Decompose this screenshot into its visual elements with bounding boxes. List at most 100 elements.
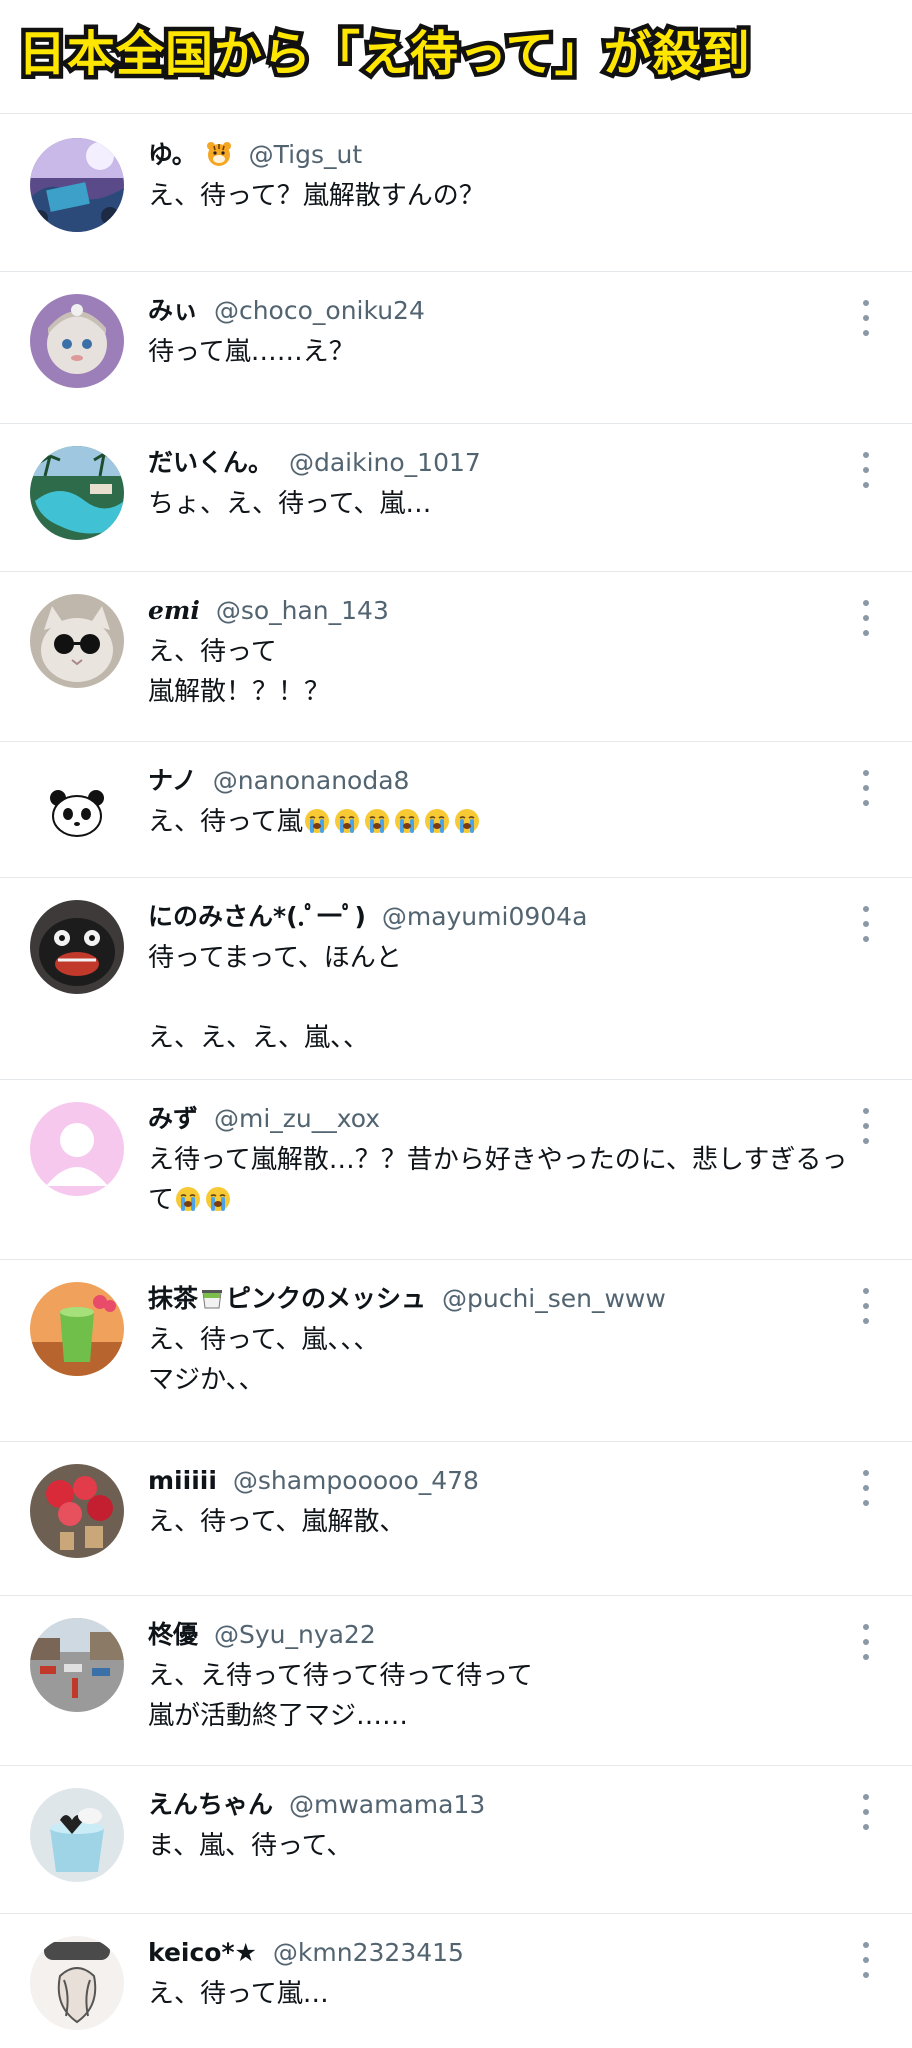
tweet-text: え、待って 嵐解散！？！？	[148, 637, 331, 707]
more-options-button[interactable]	[860, 1942, 872, 1978]
default-user-avatar[interactable]	[30, 1102, 124, 1196]
tweet-item[interactable]: 柊優 @Syu_nya22 え、え待って待って待って待って 嵐が活動終了マジ……	[0, 1596, 912, 1766]
handle[interactable]: @mi_zu__xox	[214, 1104, 380, 1133]
display-name-suffix: ピンクのメッシュ	[226, 1284, 427, 1313]
tweet-text: え待って嵐解散…？？昔から好きやったのに、悲しすぎるって	[148, 1140, 862, 1220]
jelly-cup-avatar[interactable]	[30, 1788, 124, 1882]
display-name: ナノ	[148, 766, 197, 795]
concert-crowd-avatar[interactable]	[30, 138, 124, 232]
more-options-button[interactable]	[860, 452, 872, 488]
display-name: みぃ	[148, 296, 199, 325]
name-row: みず @mi_zu__xox	[148, 1102, 862, 1136]
tweet-text: 待ってまって、ほんと え、え、え、嵐、、	[148, 943, 402, 1053]
tweet-item[interactable]: みぃ @choco_oniku24 待って嵐……え？	[0, 272, 912, 424]
handle[interactable]: @Syu_nya22	[214, 1620, 376, 1649]
handle[interactable]: @choco_oniku24	[214, 296, 425, 325]
name-row: miiiii @shampooooo_478	[148, 1464, 862, 1498]
handle[interactable]: @shampooooo_478	[233, 1466, 479, 1495]
more-options-button[interactable]	[860, 1470, 872, 1506]
anime-art-avatar[interactable]	[30, 1936, 124, 2030]
cat-sunglasses-avatar[interactable]	[30, 594, 124, 688]
tweet-text: え、待って？嵐解散すんの？	[148, 181, 485, 211]
tweet-item[interactable]: だいくん。 @daikino_1017 ちょ、え、待って、嵐…	[0, 424, 912, 572]
more-options-button[interactable]	[860, 1624, 872, 1660]
name-row: みぃ @choco_oniku24	[148, 294, 862, 328]
name-row: emi @so_han_143	[148, 594, 862, 628]
loudly-crying-face-emoji	[176, 1187, 201, 1211]
tweet-text: 待って嵐……え？	[148, 337, 355, 367]
name-row: にのみさん*(.ﾟ一ﾟ) @mayumi0904a	[148, 900, 862, 934]
tweet-item[interactable]: keico*★ @kmn2323415 え、待って嵐…	[0, 1914, 912, 2048]
loudly-crying-face-emoji	[364, 809, 389, 833]
handle[interactable]: @mwamama13	[289, 1790, 485, 1819]
handle[interactable]: @puchi_sen_www	[442, 1284, 666, 1313]
loudly-crying-face-emoji	[394, 809, 419, 833]
name-row: keico*★ @kmn2323415	[148, 1936, 862, 1970]
more-options-button[interactable]	[860, 1288, 872, 1324]
more-options-button[interactable]	[860, 1794, 872, 1830]
loudly-crying-face-emoji	[424, 809, 449, 833]
tweet-item[interactable]: ゆ。 @Tigs_ut え、待って？嵐解散すんの？	[0, 114, 912, 272]
display-name: ゆ。	[148, 140, 197, 169]
display-name: えんちゃん	[148, 1790, 274, 1819]
plush-doll-avatar[interactable]	[30, 294, 124, 388]
green-drink-avatar[interactable]	[30, 1282, 124, 1376]
more-options-button[interactable]	[860, 300, 872, 336]
display-name: miiiii	[148, 1466, 217, 1495]
display-name: みず	[148, 1104, 199, 1133]
handle[interactable]: @so_han_143	[216, 596, 389, 625]
name-row: 柊優 @Syu_nya22	[148, 1618, 862, 1652]
handle[interactable]: @daikino_1017	[289, 448, 481, 477]
resort-pool-avatar[interactable]	[30, 446, 124, 540]
more-options-button[interactable]	[860, 770, 872, 806]
matcha-cup-emoji	[202, 1290, 223, 1309]
display-name: keico*★	[148, 1938, 257, 1967]
loudly-crying-face-emoji	[454, 809, 479, 833]
tweet-text: ちょ、え、待って、嵐…	[148, 489, 432, 519]
handle[interactable]: @kmn2323415	[273, 1938, 464, 1967]
display-name: emi	[148, 596, 200, 625]
display-name: 柊優	[148, 1620, 199, 1649]
tweet-item[interactable]: えんちゃん @mwamama13 ま、嵐、待って、	[0, 1766, 912, 1914]
tweet-item[interactable]: 抹茶 ピンクのメッシュ @puchi_sen_www え、待って、嵐、、、 マジ…	[0, 1260, 912, 1442]
tweet-list: ゆ。 @Tigs_ut え、待って？嵐解散すんの？ みぃ @choco_onik…	[0, 114, 912, 2048]
tweet-text: ま、嵐、待って、	[148, 1831, 353, 1861]
handle[interactable]: @Tigs_ut	[249, 140, 363, 169]
tweet-item[interactable]: にのみさん*(.ﾟ一ﾟ) @mayumi0904a 待ってまって、ほんと え、え…	[0, 878, 912, 1080]
tweet-item[interactable]: miiiii @shampooooo_478 え、待って、嵐解散、	[0, 1442, 912, 1596]
tweet-text: え、待って、嵐、、、 マジか、、	[148, 1325, 380, 1395]
display-name: 抹茶	[148, 1284, 199, 1313]
loudly-crying-face-emoji	[334, 809, 359, 833]
loudly-crying-face-emoji-group	[174, 1185, 234, 1215]
tweet-text-body: え待って嵐解散…？？昔から好きやったのに、悲しすぎるって	[148, 1145, 848, 1215]
headline: 日本全国から「え待って」が殺到	[14, 22, 755, 87]
tweet-item[interactable]: emi @so_han_143 え、待って 嵐解散！？！？	[0, 572, 912, 742]
display-name: にのみさん*(.ﾟ一ﾟ)	[148, 902, 366, 931]
tweet-item[interactable]: ナノ @nanonanoda8 え、待って嵐	[0, 742, 912, 878]
tweet-text: え、待って嵐	[148, 802, 862, 842]
loudly-crying-face-emoji	[206, 1187, 231, 1211]
tweet-text: え、待って嵐…	[148, 1979, 329, 2009]
name-row: えんちゃん @mwamama13	[148, 1788, 862, 1822]
header-banner: 日本全国から「え待って」が殺到	[0, 0, 912, 114]
name-row: ゆ。 @Tigs_ut	[148, 138, 862, 172]
page: 日本全国から「え待って」が殺到 ゆ。 @Tigs_ut え、待って？嵐解散すんの…	[0, 0, 912, 2048]
name-row: ナノ @nanonanoda8	[148, 764, 862, 798]
tweet-text: え、待って、嵐解散、	[148, 1507, 406, 1537]
handle[interactable]: @mayumi0904a	[382, 902, 588, 931]
red-flowers-avatar[interactable]	[30, 1464, 124, 1558]
street-photo-avatar[interactable]	[30, 1618, 124, 1712]
black-creature-avatar[interactable]	[30, 900, 124, 994]
more-options-button[interactable]	[860, 1108, 872, 1144]
loudly-crying-face-emoji-group	[303, 807, 483, 837]
tweet-item[interactable]: みず @mi_zu__xox え待って嵐解散…？？昔から好きやったのに、悲しすぎ…	[0, 1080, 912, 1260]
tiger-face-emoji	[206, 142, 231, 166]
loudly-crying-face-emoji	[304, 809, 329, 833]
tweet-text: え、え待って待って待って待って 嵐が活動終了マジ……	[148, 1661, 533, 1731]
handle[interactable]: @nanonanoda8	[213, 766, 410, 795]
more-options-button[interactable]	[860, 906, 872, 942]
name-row: 抹茶 ピンクのメッシュ @puchi_sen_www	[148, 1282, 862, 1316]
name-row: だいくん。 @daikino_1017	[148, 446, 862, 480]
panda-avatar[interactable]	[30, 764, 124, 858]
more-options-button[interactable]	[860, 600, 872, 636]
